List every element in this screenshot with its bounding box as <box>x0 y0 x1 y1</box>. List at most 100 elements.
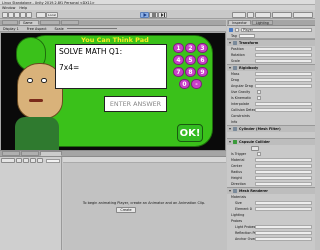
material-field[interactable] <box>255 158 312 162</box>
interpolate-dropdown[interactable] <box>255 102 312 106</box>
first-key-button[interactable] <box>23 158 29 163</box>
rigidbody-icon <box>233 66 237 70</box>
equation-text: 7x4= <box>59 63 80 72</box>
tab-animator[interactable] <box>61 20 79 25</box>
anim-play-button[interactable] <box>30 158 36 163</box>
object-name-field[interactable]: Player <box>241 27 312 32</box>
rotation-field[interactable] <box>255 53 312 57</box>
play-button[interactable] <box>140 11 149 18</box>
mesh-filter-header[interactable]: Cylinder (Mesh Filter) <box>227 125 315 132</box>
key-6[interactable]: 6 <box>197 55 208 65</box>
is-kinematic-checkbox[interactable] <box>257 96 261 100</box>
display-dropdown[interactable]: Display 1 <box>3 27 19 31</box>
step-button[interactable] <box>158 11 167 18</box>
drag-field[interactable] <box>255 78 312 82</box>
ok-button[interactable]: OK! <box>177 124 203 142</box>
active-checkbox[interactable] <box>235 27 239 32</box>
record-button[interactable] <box>16 158 22 163</box>
is-trigger-checkbox[interactable] <box>257 152 261 156</box>
pad-title: You Can Think Pad <box>81 36 149 44</box>
key-8[interactable]: 8 <box>185 67 196 77</box>
position-field[interactable] <box>255 47 312 51</box>
collab-button[interactable] <box>232 11 246 18</box>
pause-button[interactable] <box>149 11 158 18</box>
anchor-override-field[interactable] <box>255 237 312 241</box>
account-dropdown[interactable] <box>255 11 271 18</box>
key-1[interactable]: 1 <box>173 43 184 53</box>
question-panel: SOLVE MATH Q1: 7x4= <box>55 44 167 89</box>
angular-drag-field[interactable] <box>255 84 312 88</box>
tab-inspector[interactable]: Inspector <box>228 20 251 25</box>
preview-button[interactable] <box>1 158 15 163</box>
object-header: Player <box>227 26 315 33</box>
direction-dropdown[interactable] <box>255 182 312 186</box>
element-0-field[interactable] <box>255 207 312 211</box>
center-field[interactable] <box>255 164 312 168</box>
anchor-override-row: Anchor Override <box>227 236 315 242</box>
expand-arrow-icon <box>229 67 231 69</box>
answer-input[interactable]: ENTER ANSWER <box>104 96 167 112</box>
layers-dropdown[interactable] <box>272 11 292 18</box>
tab-animation[interactable] <box>40 151 62 156</box>
tab-scene[interactable] <box>2 20 18 25</box>
capsule-collider-header[interactable]: Capsule Collider <box>227 138 315 145</box>
tab-game[interactable]: Game <box>19 20 39 25</box>
gameobject-icon <box>229 27 233 32</box>
key-0[interactable]: 0 <box>179 79 190 89</box>
local-toggle[interactable]: Local <box>46 11 58 18</box>
tab-asset-store[interactable] <box>40 20 60 25</box>
key-5[interactable]: 5 <box>185 55 196 65</box>
tab-project[interactable] <box>2 151 20 156</box>
last-key-button[interactable] <box>37 158 43 163</box>
timeline-area[interactable] <box>63 163 226 250</box>
height-field[interactable] <box>255 176 312 180</box>
frame-field[interactable] <box>46 158 60 163</box>
play-icon <box>143 12 147 17</box>
mass-field[interactable] <box>255 72 312 76</box>
key-3[interactable]: 3 <box>197 43 208 53</box>
key-9[interactable]: 9 <box>197 67 208 77</box>
edit-collider-button[interactable] <box>251 145 259 151</box>
tag-dropdown[interactable] <box>238 33 255 38</box>
reflection-probes-dropdown[interactable] <box>255 231 312 235</box>
tab-console[interactable] <box>21 151 39 156</box>
character-shirt <box>15 117 59 150</box>
rect-tool-button[interactable] <box>26 11 32 18</box>
rigidbody-header[interactable]: Rigidbody <box>227 64 315 71</box>
size-field[interactable] <box>255 201 312 205</box>
key-7[interactable]: 7 <box>173 67 184 77</box>
expand-arrow-icon <box>229 42 231 44</box>
scale-field[interactable] <box>255 59 312 63</box>
layout-dropdown[interactable] <box>293 11 313 18</box>
transform-header[interactable]: Transform <box>227 39 315 46</box>
toolbar: Local <box>0 10 315 19</box>
animation-controls <box>0 157 62 250</box>
menu-help[interactable]: Help <box>19 6 27 10</box>
step-icon <box>160 12 165 17</box>
light-probes-dropdown[interactable] <box>255 225 312 229</box>
tab-lighting[interactable]: Lighting <box>251 20 273 25</box>
key-2[interactable]: 2 <box>185 43 196 53</box>
collision-detection-dropdown[interactable] <box>255 108 312 112</box>
pivot-toggle[interactable] <box>36 11 46 18</box>
answer-placeholder: ENTER ANSWER <box>109 100 162 108</box>
question-text: SOLVE MATH Q1: <box>59 47 123 56</box>
key-minus[interactable]: - <box>191 79 202 89</box>
use-gravity-checkbox[interactable] <box>257 90 261 94</box>
scale-slider[interactable] <box>66 28 117 29</box>
cloud-button[interactable] <box>247 11 254 18</box>
window-title: Linux Standalone - Unity 2019.2.8f1 Pers… <box>2 0 95 5</box>
aspect-dropdown[interactable]: Free Aspect <box>27 27 47 31</box>
scale-label: Scale <box>54 26 64 31</box>
character-eye-right <box>41 78 47 83</box>
game-canvas: You Can Think Pad SOLVE MATH Q1: 7x4= EN… <box>1 33 225 150</box>
game-view-toolbar: Display 1 Free Aspect Scale <box>0 26 226 32</box>
ok-label: OK! <box>179 127 201 139</box>
key-4[interactable]: 4 <box>173 55 184 65</box>
expand-arrow-icon <box>229 141 231 143</box>
local-label: Local <box>48 12 56 17</box>
menu-window[interactable]: Window <box>2 6 15 10</box>
mesh-renderer-header[interactable]: Mesh Renderer <box>227 187 315 194</box>
create-animation-button[interactable]: Create <box>116 207 136 213</box>
radius-field[interactable] <box>255 170 312 174</box>
